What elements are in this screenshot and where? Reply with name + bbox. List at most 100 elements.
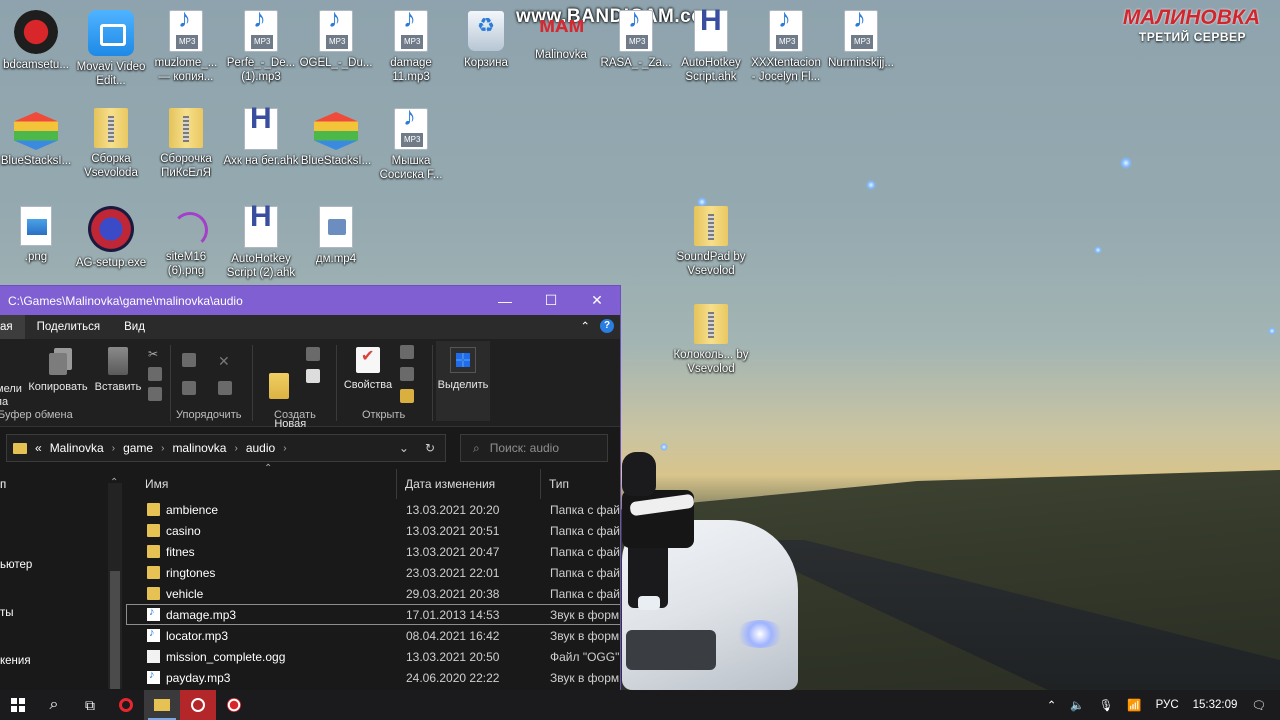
tab-share[interactable]: Поделиться	[25, 315, 113, 339]
open-icon[interactable]	[400, 345, 414, 359]
nav-item-computer[interactable]: ьютер	[0, 559, 32, 571]
desktop-icon-mp3[interactable]: RASA_-_Za...	[598, 10, 674, 70]
paste-button[interactable]: Вставить	[92, 347, 144, 394]
group-create-label: Создать	[274, 409, 316, 421]
breadcrumb-item[interactable]: Malinovka	[50, 441, 104, 455]
desktop-icon-mp3[interactable]: Nurminskijj...	[823, 10, 899, 70]
language-indicator[interactable]: РУС	[1156, 699, 1179, 711]
file-row[interactable]: fitnes 13.03.2021 20:47 Папка с фай	[126, 541, 620, 562]
desktop-icon-folder[interactable]: Сборка Vsevoloda	[73, 108, 149, 180]
file-name-cell: payday.mp3	[126, 669, 396, 685]
help-icon[interactable]: ?	[600, 319, 614, 333]
file-row[interactable]: locator.mp3 08.04.2021 16:42 Звук в форм	[126, 625, 620, 646]
column-name[interactable]: Имя	[126, 469, 397, 499]
address-bar[interactable]: « Malinovka › game › malinovka › audio ›…	[6, 434, 446, 462]
properties-button[interactable]: Свойства	[340, 347, 396, 392]
clock[interactable]: 15:32:09	[1193, 699, 1238, 711]
breadcrumb-item[interactable]: audio	[246, 441, 275, 455]
taskbar-app[interactable]	[180, 690, 216, 720]
wifi-icon[interactable]: 📶	[1127, 698, 1141, 712]
nav-item[interactable]: кения	[0, 655, 31, 667]
move-to-icon[interactable]	[182, 353, 196, 367]
nav-scrollbar[interactable]	[108, 483, 122, 689]
file-row[interactable]: casino 13.03.2021 20:51 Папка с фай	[126, 520, 620, 541]
search-input[interactable]: ⌕ Поиск: audio	[460, 434, 608, 462]
desktop-icon-malinovka[interactable]: Malinovka	[523, 10, 599, 62]
search-button[interactable]: ⌕	[36, 690, 72, 720]
rename-icon[interactable]	[218, 381, 232, 395]
file-row[interactable]: vehicle 29.03.2021 20:38 Папка с фай	[126, 583, 620, 604]
file-row[interactable]: damage.mp3 17.01.2013 14:53 Звук в форм	[126, 604, 620, 625]
file-date: 13.03.2021 20:47	[406, 544, 500, 559]
select-button[interactable]: Выделить	[436, 341, 490, 421]
breadcrumb-item[interactable]: game	[123, 441, 153, 455]
refresh-icon[interactable]: ↻	[425, 441, 435, 455]
delete-icon[interactable]: ✕	[218, 353, 232, 369]
search-icon: ⌕	[49, 696, 59, 713]
paste-shortcut-icon[interactable]	[148, 387, 162, 401]
desktop-icon-bluestacks[interactable]: BlueStacksI...	[298, 108, 374, 168]
breadcrumb-overflow[interactable]: «	[35, 441, 42, 455]
desktop-icon-mp3[interactable]: Perfe_-_De... (1).mp3	[223, 10, 299, 84]
new-item-icon[interactable]	[306, 347, 320, 361]
taskbar-opera[interactable]	[108, 690, 144, 720]
desktop-icon-mp3[interactable]: muzlome_... — копия...	[148, 10, 224, 84]
nav-item[interactable]: п	[0, 479, 6, 491]
chevron-down-icon[interactable]: ⌄	[399, 441, 409, 455]
file-row[interactable]: ambience 13.03.2021 20:20 Папка с фай	[126, 499, 620, 520]
scroll-thumb[interactable]	[110, 571, 120, 689]
volume-icon[interactable]: 🔈	[1070, 698, 1084, 712]
desktop-icon-ag-setup[interactable]: AG-setup.exe	[73, 206, 149, 270]
desktop-icon-png[interactable]: .png	[0, 206, 74, 264]
task-view-button[interactable]: ⧉	[72, 690, 108, 720]
notification-icon[interactable]: 🗨	[1251, 698, 1266, 712]
autohotkey-file-icon	[694, 10, 728, 52]
desktop-icon-mp3[interactable]: damage 11.mp3	[373, 10, 449, 84]
desktop-icon-mp4[interactable]: дм.mp4	[298, 206, 374, 266]
column-date[interactable]: Дата изменения	[397, 469, 541, 499]
edit-icon[interactable]	[400, 367, 414, 381]
breadcrumb-item[interactable]: malinovka	[172, 441, 226, 455]
file-row[interactable]: ringtones 23.03.2021 22:01 Папка с фай	[126, 562, 620, 583]
chevron-up-icon[interactable]: ⌃	[580, 319, 590, 333]
copy-path-icon[interactable]	[148, 367, 162, 381]
desktop-icon-mp3[interactable]: Мышка Сосиска F...	[373, 108, 449, 182]
desktop-icon-ahk[interactable]: AutoHotkey Script.ahk	[673, 10, 749, 84]
desktop-icon-ahk[interactable]: Ахк на бег.ahk	[223, 108, 299, 168]
easy-access-icon[interactable]	[306, 369, 320, 383]
desktop-icon-recycle-bin[interactable]: Корзина	[448, 10, 524, 70]
desktop-icon-folder[interactable]: SoundPad by Vsevolod	[673, 206, 749, 278]
tab-view[interactable]: Вид	[112, 315, 157, 339]
desktop-icon-folder[interactable]: Колоколь... by Vsevolod	[673, 304, 749, 376]
history-icon[interactable]	[400, 389, 414, 403]
desktop-icon-folder[interactable]: Сборочка ПиКсЕлЯ	[148, 108, 224, 180]
tab-home[interactable]: ая	[0, 315, 25, 339]
file-row[interactable]: payday.mp3 24.06.2020 22:22 Звук в форм	[126, 667, 620, 688]
start-button[interactable]	[0, 690, 36, 720]
copy-button[interactable]: Копировать	[26, 347, 90, 394]
minimize-button[interactable]: —	[482, 286, 528, 315]
desktop-icon-mp3[interactable]: XXXtentacion - Jocelyn Fl...	[748, 10, 824, 84]
file-explorer-window[interactable]: C:\Games\Malinovka\game\malinovka\audio …	[0, 285, 621, 690]
desktop-icon-movavi[interactable]: Movavi Video Edit...	[73, 10, 149, 88]
navigation-pane[interactable]: п ьютер ты кения ⌃	[0, 469, 124, 690]
close-button[interactable]: ✕	[574, 286, 620, 315]
window-titlebar[interactable]: C:\Games\Malinovka\game\malinovka\audio …	[0, 286, 620, 315]
copy-to-icon[interactable]	[182, 381, 196, 395]
chevron-up-icon[interactable]: ⌃	[1047, 698, 1057, 712]
desktop-icon-mp3[interactable]: OGEL_-_Du...	[298, 10, 374, 70]
cut-icon[interactable]: ✂	[148, 347, 162, 361]
desktop-icon-ahk[interactable]: AutoHotkey Script (2).ahk	[223, 206, 299, 280]
desktop-icon-bluestacks[interactable]: BlueStacksI...	[0, 108, 74, 168]
desktop-icon-png[interactable]: siteM16 (6).png	[148, 206, 224, 278]
column-type[interactable]: Тип	[541, 469, 620, 499]
maximize-button[interactable]: ☐	[528, 286, 574, 315]
nav-item[interactable]: ты	[0, 607, 14, 619]
microphone-icon[interactable]: 🎙	[1099, 698, 1114, 712]
file-row[interactable]: mission_complete.ogg 13.03.2021 20:50 Файл…	[126, 646, 620, 667]
paste-icon	[108, 347, 128, 375]
desktop-icon-bdcamsetup[interactable]: bdcamsetu...	[0, 10, 74, 72]
pin-button[interactable]: мели па	[0, 383, 26, 409]
taskbar-explorer[interactable]	[144, 690, 180, 720]
taskbar-bandicam[interactable]	[216, 690, 252, 720]
